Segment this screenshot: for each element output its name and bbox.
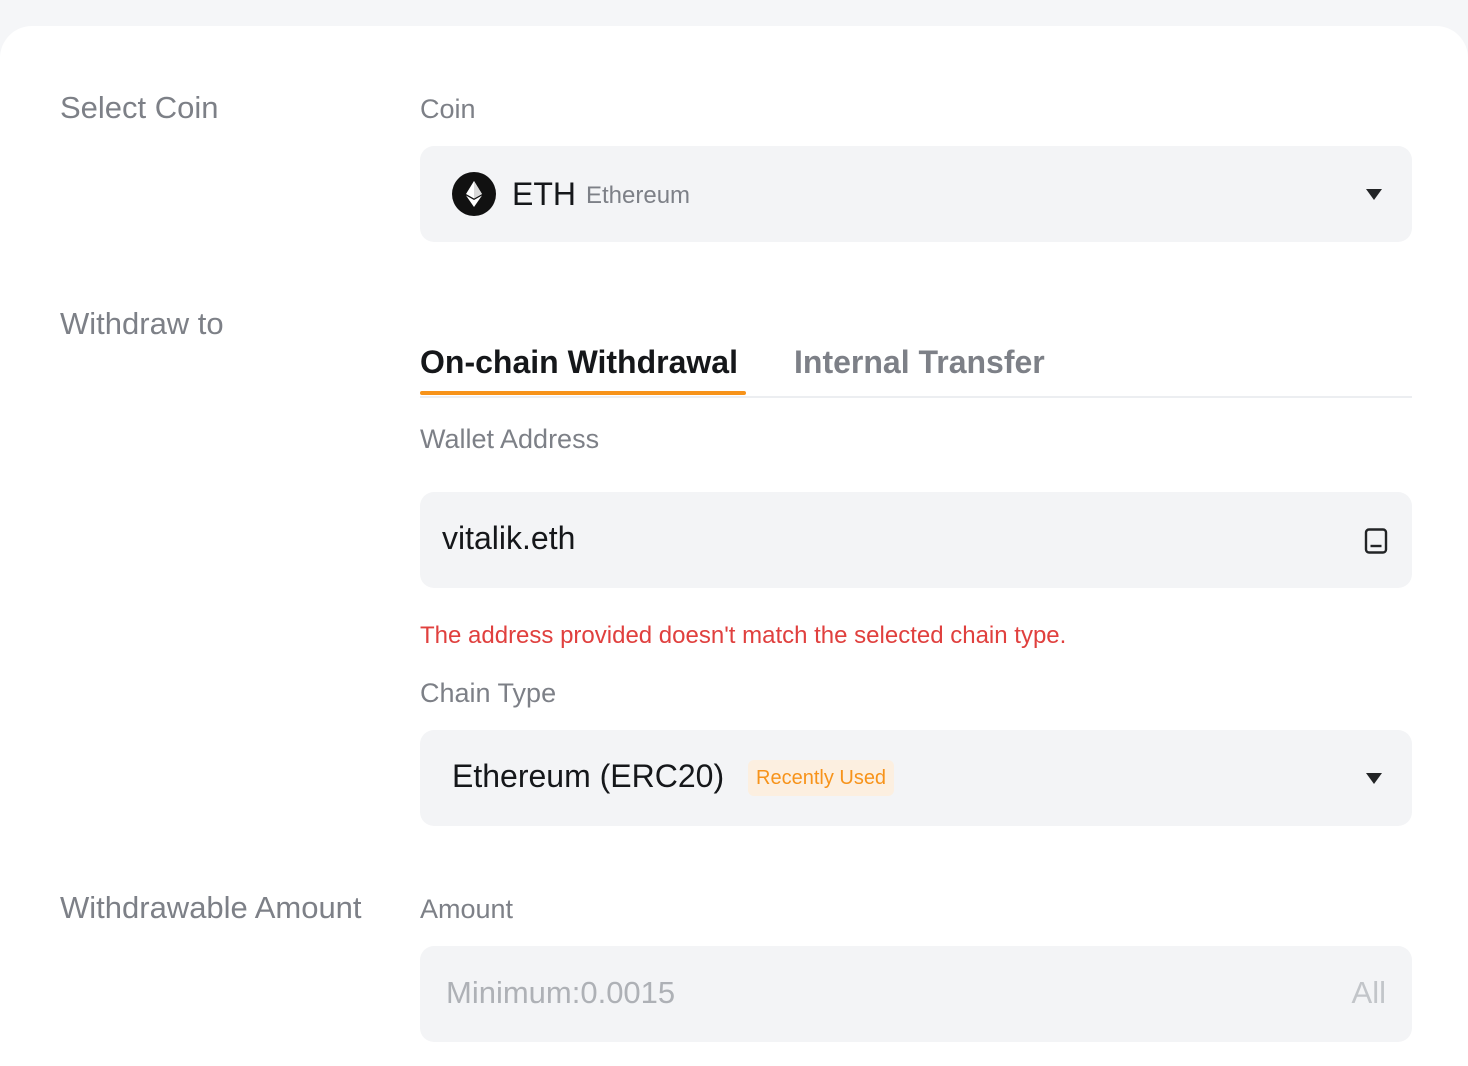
withdraw-form-card: Select Coin Coin ETH Ethereum Withdraw t… xyxy=(0,26,1468,1066)
wallet-address-field[interactable]: vitalik.eth xyxy=(420,492,1412,588)
amount-field[interactable]: Minimum:0.0015 All xyxy=(420,946,1412,1042)
wallet-address-error: The address provided doesn't match the s… xyxy=(420,622,1067,649)
ethereum-icon xyxy=(452,172,496,216)
section-label-withdrawable-amount: Withdrawable Amount xyxy=(60,890,362,925)
coin-symbol: ETH xyxy=(512,176,576,212)
amount-label: Amount xyxy=(420,894,514,924)
wallet-address-input[interactable]: vitalik.eth xyxy=(442,520,575,557)
chevron-down-icon xyxy=(1366,773,1382,784)
coin-select[interactable]: ETH Ethereum xyxy=(420,146,1412,242)
section-label-withdraw-to: Withdraw to xyxy=(60,306,224,341)
chain-type-select[interactable]: Ethereum (ERC20) Recently Used xyxy=(420,730,1412,826)
chain-type-value: Ethereum (ERC20) xyxy=(452,758,725,794)
recently-used-badge: Recently Used xyxy=(748,760,895,796)
coin-name: Ethereum xyxy=(586,182,691,209)
section-label-select-coin: Select Coin xyxy=(60,90,219,125)
all-button[interactable]: All xyxy=(1352,975,1386,1011)
tab-on-chain-withdrawal[interactable]: On-chain Withdrawal xyxy=(420,344,738,381)
amount-input[interactable]: Minimum:0.0015 xyxy=(446,975,675,1011)
address-book-icon[interactable] xyxy=(1364,528,1388,554)
wallet-address-label: Wallet Address xyxy=(420,424,600,454)
coin-label: Coin xyxy=(420,94,476,124)
chain-type-label: Chain Type xyxy=(420,678,557,708)
chevron-down-icon xyxy=(1366,189,1382,200)
withdraw-method-tabs: On-chain Withdrawal Internal Transfer xyxy=(420,342,1412,398)
tab-internal-transfer[interactable]: Internal Transfer xyxy=(794,344,1045,381)
active-tab-indicator xyxy=(420,391,746,395)
